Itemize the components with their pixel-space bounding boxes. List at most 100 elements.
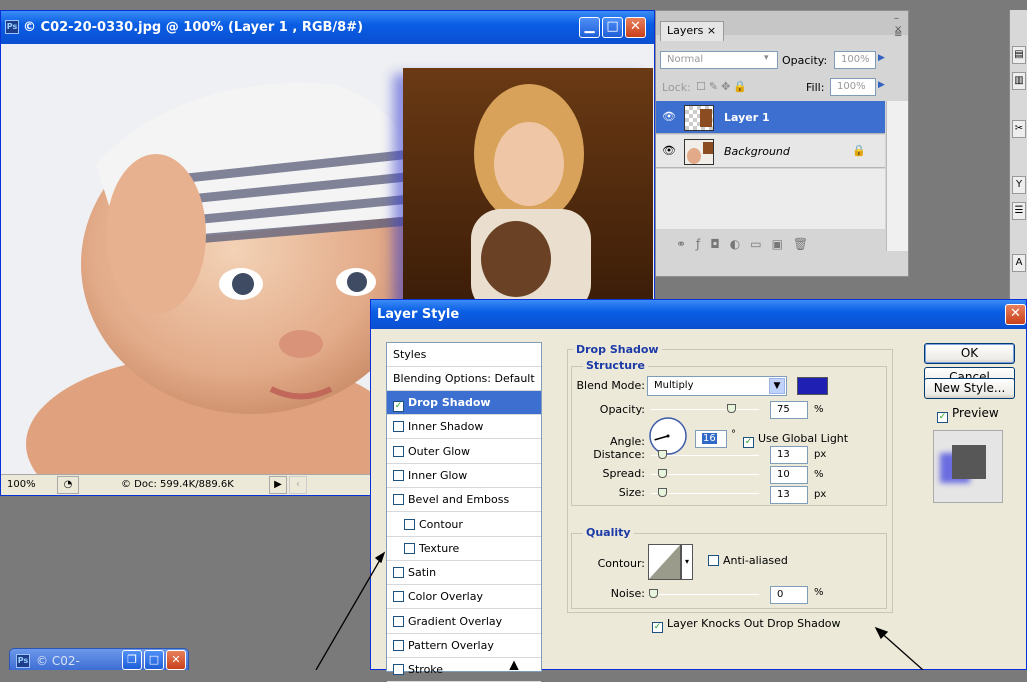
scroll-left-icon[interactable]: ‹ [289, 476, 307, 494]
checkbox-icon[interactable] [708, 555, 719, 566]
checkbox-icon[interactable] [652, 622, 663, 633]
checkbox-icon[interactable] [393, 445, 404, 457]
anti-aliased-checkbox[interactable]: Anti-aliased [708, 554, 788, 567]
checkbox-icon[interactable] [393, 640, 404, 651]
spread-label: Spread: [602, 467, 645, 480]
tool-icon[interactable]: ▥ [1012, 72, 1026, 90]
checkbox-icon[interactable] [393, 591, 404, 603]
checkbox-icon[interactable] [743, 437, 754, 448]
layer-fill-field[interactable]: 100% [830, 78, 876, 96]
zoom-level[interactable]: 100% [7, 479, 36, 490]
styles-header[interactable]: Styles [387, 343, 541, 367]
doc-size-info: © Doc: 599.4K/889.6K [121, 479, 234, 490]
contour-dropdown-icon[interactable]: ▾ [681, 544, 693, 580]
layers-tab[interactable]: Layers × [660, 21, 724, 41]
layer-opacity-field[interactable]: 100% [834, 51, 876, 69]
contour-label: Contour: [597, 557, 645, 570]
noise-slider-thumb[interactable] [649, 589, 658, 598]
size-field[interactable]: 13 [770, 486, 808, 504]
tool-icon[interactable]: ☰ [1012, 202, 1026, 220]
checkbox-icon[interactable] [404, 542, 415, 554]
status-menu-icon[interactable]: ◔ [57, 476, 79, 494]
angle-dial[interactable] [648, 416, 688, 456]
tool-icon[interactable]: Y [1012, 176, 1026, 194]
checkbox-icon[interactable] [393, 494, 404, 506]
blend-mode-select[interactable]: Normal [660, 51, 778, 69]
style-item-texture[interactable]: Texture [387, 537, 541, 561]
layer-row-layer-1[interactable]: 👁 Layer 1 [656, 101, 885, 134]
lock-label: Lock: [662, 81, 691, 94]
maximize-button[interactable]: □ [144, 650, 164, 670]
checkbox-icon[interactable] [937, 412, 948, 423]
layer-style-titlebar[interactable]: Layer Style ✕ [371, 300, 1026, 329]
tool-icon[interactable]: A [1012, 254, 1026, 272]
spread-slider-thumb[interactable] [658, 469, 667, 478]
style-item-stroke[interactable]: Stroke [387, 658, 541, 682]
dialog-close-button[interactable]: ✕ [1005, 304, 1026, 325]
angle-field[interactable]: 16 [695, 430, 727, 448]
style-item-color-overlay[interactable]: Color Overlay [387, 585, 541, 610]
blending-options-item[interactable]: Blending Options: Default [387, 367, 541, 391]
opacity-unit: % [814, 404, 824, 415]
layer-style-dialog: Layer Style ✕ Styles Blending Options: D… [370, 299, 1027, 682]
opacity-field[interactable]: 75 [770, 401, 808, 419]
contour-preview[interactable] [648, 544, 681, 580]
style-item-bevel-and-emboss[interactable]: Bevel and Emboss [387, 488, 541, 513]
style-item-pattern-overlay[interactable]: Pattern Overlay [387, 634, 541, 658]
layers-footer-icons[interactable]: ⚭ƒ◘◐▭▣🗑 [676, 237, 818, 251]
fill-arrow-icon[interactable]: ▶ [878, 80, 885, 90]
minimize-button[interactable]: ▁ [579, 17, 600, 38]
distance-field[interactable]: 13 [770, 446, 808, 464]
distance-slider-track[interactable] [651, 455, 759, 456]
maximize-button[interactable]: □ [602, 17, 623, 38]
tool-icon[interactable]: ✂ [1012, 120, 1026, 138]
size-slider-thumb[interactable] [658, 488, 667, 497]
blend-mode-dropdown[interactable]: Multiply [647, 376, 787, 396]
document-titlebar[interactable]: Ps © C02-20-0330.jpg @ 100% (Layer 1 , R… [1, 11, 654, 44]
checkbox-icon[interactable] [393, 567, 404, 579]
layer-row-background[interactable]: 👁 Background 🔒 [656, 135, 885, 168]
new-style-button[interactable]: New Style... [924, 378, 1015, 399]
tool-icon[interactable]: ▤ [1012, 46, 1026, 64]
chevron-down-icon: ▾ [764, 53, 769, 63]
lock-icons[interactable]: ☐✎✥🔒 [696, 80, 750, 93]
noise-field[interactable]: 0 [770, 586, 808, 604]
quality-title: Quality [583, 526, 634, 539]
preview-checkbox[interactable]: Preview [937, 406, 999, 423]
style-item-contour[interactable]: Contour [387, 513, 541, 537]
style-item-drop-shadow[interactable]: Drop Shadow [387, 391, 541, 415]
close-button[interactable]: ✕ [166, 650, 186, 670]
checkbox-icon[interactable] [393, 615, 404, 627]
spread-field[interactable]: 10 [770, 466, 808, 484]
opacity-slider-thumb[interactable] [727, 404, 736, 413]
opacity-arrow-icon[interactable]: ▶ [878, 53, 885, 63]
minimized-document-window[interactable]: Ps © C02- ❐ □ ✕ [9, 648, 189, 670]
chevron-down-icon[interactable]: ▼ [769, 378, 785, 394]
photoshop-doc-icon: Ps [16, 654, 30, 668]
style-item-outer-glow[interactable]: Outer Glow [387, 440, 541, 464]
checkbox-icon[interactable] [393, 469, 404, 481]
status-arrow-icon[interactable]: ▶ [269, 476, 287, 494]
visibility-eye-icon[interactable]: 👁 [662, 111, 676, 123]
distance-slider-thumb[interactable] [658, 450, 667, 459]
style-item-inner-glow[interactable]: Inner Glow [387, 464, 541, 488]
spread-slider-track[interactable] [651, 474, 759, 475]
layers-scrollbar[interactable] [886, 101, 908, 251]
distance-unit: px [814, 449, 827, 460]
visibility-eye-icon[interactable]: 👁 [662, 145, 676, 157]
style-item-inner-shadow[interactable]: Inner Shadow [387, 415, 541, 440]
style-item-satin[interactable]: Satin [387, 561, 541, 586]
checkbox-icon[interactable] [393, 421, 404, 433]
panel-menu-icon[interactable]: ≡ [894, 29, 902, 40]
checkbox-icon[interactable] [393, 401, 404, 412]
size-slider-track[interactable] [651, 493, 759, 494]
shadow-color-swatch[interactable] [797, 377, 828, 395]
knocks-out-checkbox[interactable]: Layer Knocks Out Drop Shadow [652, 617, 841, 633]
style-item-gradient-overlay[interactable]: Gradient Overlay [387, 610, 541, 634]
ok-button[interactable]: OK [924, 343, 1015, 364]
restore-button[interactable]: ❐ [122, 650, 142, 670]
checkbox-icon[interactable] [404, 518, 415, 530]
noise-slider-track[interactable] [651, 594, 759, 595]
close-button[interactable]: ✕ [625, 17, 646, 38]
opacity-slider-track[interactable] [651, 409, 759, 410]
